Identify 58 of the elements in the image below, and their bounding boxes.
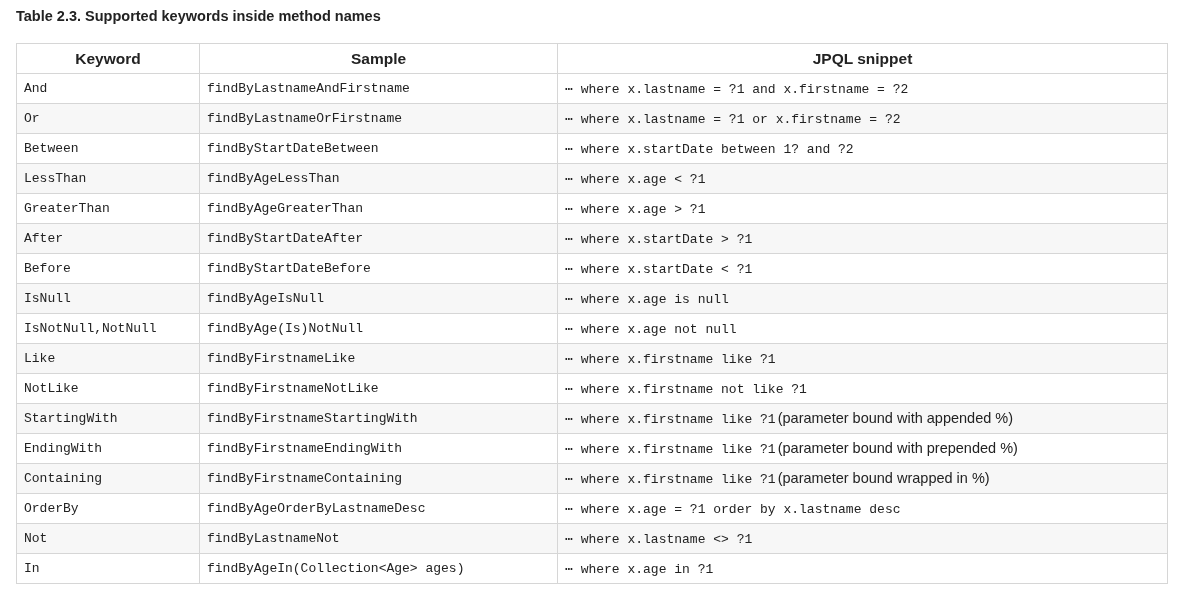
table-cell: ⋯ where x.lastname = ?1 and x.firstname = ?2 bbox=[557, 73, 1168, 104]
table-cell: findByLastnameAndFirstname bbox=[199, 73, 558, 104]
snippet-note: (parameter bound wrapped in %) bbox=[777, 470, 990, 486]
table-cell: EndingWith bbox=[16, 433, 200, 464]
table-cell: After bbox=[16, 223, 200, 254]
table-cell: findByStartDateBetween bbox=[199, 133, 558, 164]
table-cell: findByFirstnameLike bbox=[199, 343, 558, 374]
code-snippet: ⋯ where x.firstname like ?1 bbox=[565, 472, 776, 487]
table-cell: Or bbox=[16, 103, 200, 134]
table-cell: Containing bbox=[16, 463, 200, 494]
table-cell: ⋯ where x.age is null bbox=[557, 283, 1168, 314]
table-cell: ⋯ where x.startDate < ?1 bbox=[557, 253, 1168, 284]
table-cell: findByAgeGreaterThan bbox=[199, 193, 558, 224]
column-header: Sample bbox=[199, 43, 558, 74]
table-cell: And bbox=[16, 73, 200, 104]
table-cell: findByStartDateAfter bbox=[199, 223, 558, 254]
table-cell: findByAgeIn(Collection<Age> ages) bbox=[199, 553, 558, 584]
table-cell: Between bbox=[16, 133, 200, 164]
code-snippet: ⋯ where x.firstname like ?1 bbox=[565, 442, 776, 457]
table-cell: findByAgeLessThan bbox=[199, 163, 558, 194]
table-cell: ⋯ where x.lastname <> ?1 bbox=[557, 523, 1168, 554]
table-cell: IsNull bbox=[16, 283, 200, 314]
table-cell: findByLastnameNot bbox=[199, 523, 558, 554]
table-cell: GreaterThan bbox=[16, 193, 200, 224]
table-cell: findByFirstnameEndingWith bbox=[199, 433, 558, 464]
column-header: JPQL snippet bbox=[557, 43, 1168, 74]
table-cell: OrderBy bbox=[16, 493, 200, 524]
table-cell: In bbox=[16, 553, 200, 584]
table-cell: findByFirstnameContaining bbox=[199, 463, 558, 494]
table-cell: ⋯ where x.lastname = ?1 or x.firstname = ?2 bbox=[557, 103, 1168, 134]
table-cell: ⋯ where x.startDate between 1? and ?2 bbox=[557, 133, 1168, 164]
table-cell: StartingWith bbox=[16, 403, 200, 434]
table-cell: ⋯ where x.age = ?1 order by x.lastname desc bbox=[557, 493, 1168, 524]
table-cell: Like bbox=[16, 343, 200, 374]
table-cell: LessThan bbox=[16, 163, 200, 194]
table-cell: findByAge(Is)NotNull bbox=[199, 313, 558, 344]
table-cell: Before bbox=[16, 253, 200, 284]
snippet-note: (parameter bound with appended %) bbox=[777, 410, 1014, 426]
table-cell: findByFirstnameStartingWith bbox=[199, 403, 558, 434]
table-cell: findByLastnameOrFirstname bbox=[199, 103, 558, 134]
table-cell: findByFirstnameNotLike bbox=[199, 373, 558, 404]
table-cell: ⋯ where x.startDate > ?1 bbox=[557, 223, 1168, 254]
table-cell: Not bbox=[16, 523, 200, 554]
table-cell: ⋯ where x.age > ?1 bbox=[557, 193, 1168, 224]
table-cell: ⋯ where x.age not null bbox=[557, 313, 1168, 344]
snippet-note: (parameter bound with prepended %) bbox=[777, 440, 1018, 456]
table-cell: findByAgeIsNull bbox=[199, 283, 558, 314]
table-cell: ⋯ where x.age < ?1 bbox=[557, 163, 1168, 194]
table-title: Table 2.3. Supported keywords inside method names bbox=[16, 7, 382, 26]
table-cell: NotLike bbox=[16, 373, 200, 404]
code-snippet: ⋯ where x.firstname like ?1 bbox=[565, 412, 776, 427]
table-cell: ⋯ where x.firstname not like ?1 bbox=[557, 373, 1168, 404]
column-header: Keyword bbox=[16, 43, 200, 74]
table-cell: ⋯ where x.age in ?1 bbox=[557, 553, 1168, 584]
table-cell: findByAgeOrderByLastnameDesc bbox=[199, 493, 558, 524]
table-cell: IsNotNull,NotNull bbox=[16, 313, 200, 344]
table-cell: ⋯ where x.firstname like ?1 bbox=[557, 343, 1168, 374]
table-cell: findByStartDateBefore bbox=[199, 253, 558, 284]
